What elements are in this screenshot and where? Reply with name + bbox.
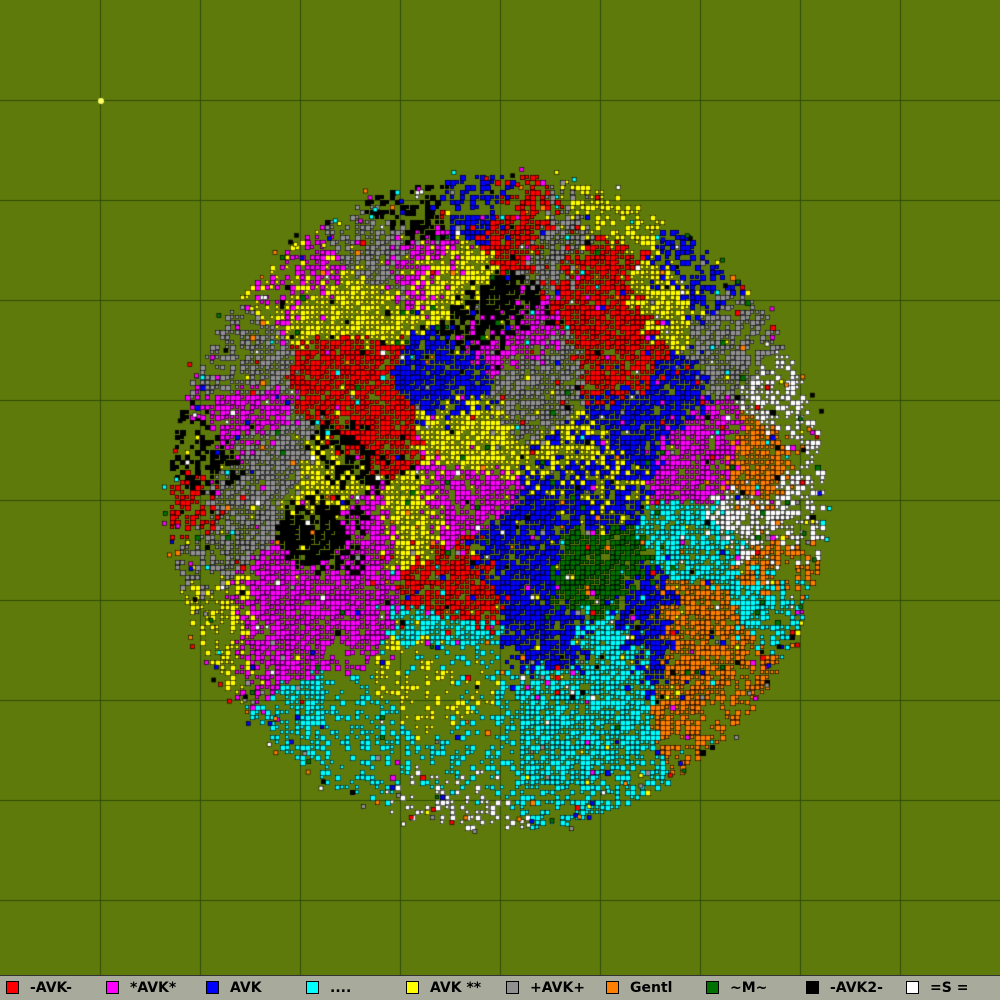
legend-label: ~M~ (730, 980, 768, 996)
legend-label: Gentl (630, 980, 673, 996)
legend-label: -AVK2- (830, 980, 883, 996)
legend-bar: -AVK- *AVK* AVK .... AVK ** +AVK+ Gentl … (0, 975, 1000, 1000)
legend-swatch (706, 981, 719, 994)
legend-swatch (906, 981, 919, 994)
legend-swatch (506, 981, 519, 994)
legend-swatch (606, 981, 619, 994)
legend-label: *AVK* (130, 980, 177, 996)
legend-label: =S = (930, 980, 969, 996)
legend-label: AVK (230, 980, 262, 996)
legend-label: +AVK+ (530, 980, 586, 996)
legend-label: AVK ** (430, 980, 482, 996)
legend-swatch (106, 981, 119, 994)
legend-swatch (306, 981, 319, 994)
legend-swatch (406, 981, 419, 994)
legend-swatch (806, 981, 819, 994)
territory-map[interactable] (0, 0, 1000, 975)
legend-swatch (206, 981, 219, 994)
legend-label: .... (330, 980, 352, 996)
legend-label: -AVK- (30, 980, 72, 996)
game-board[interactable] (0, 0, 1000, 975)
legend-swatch (6, 981, 19, 994)
